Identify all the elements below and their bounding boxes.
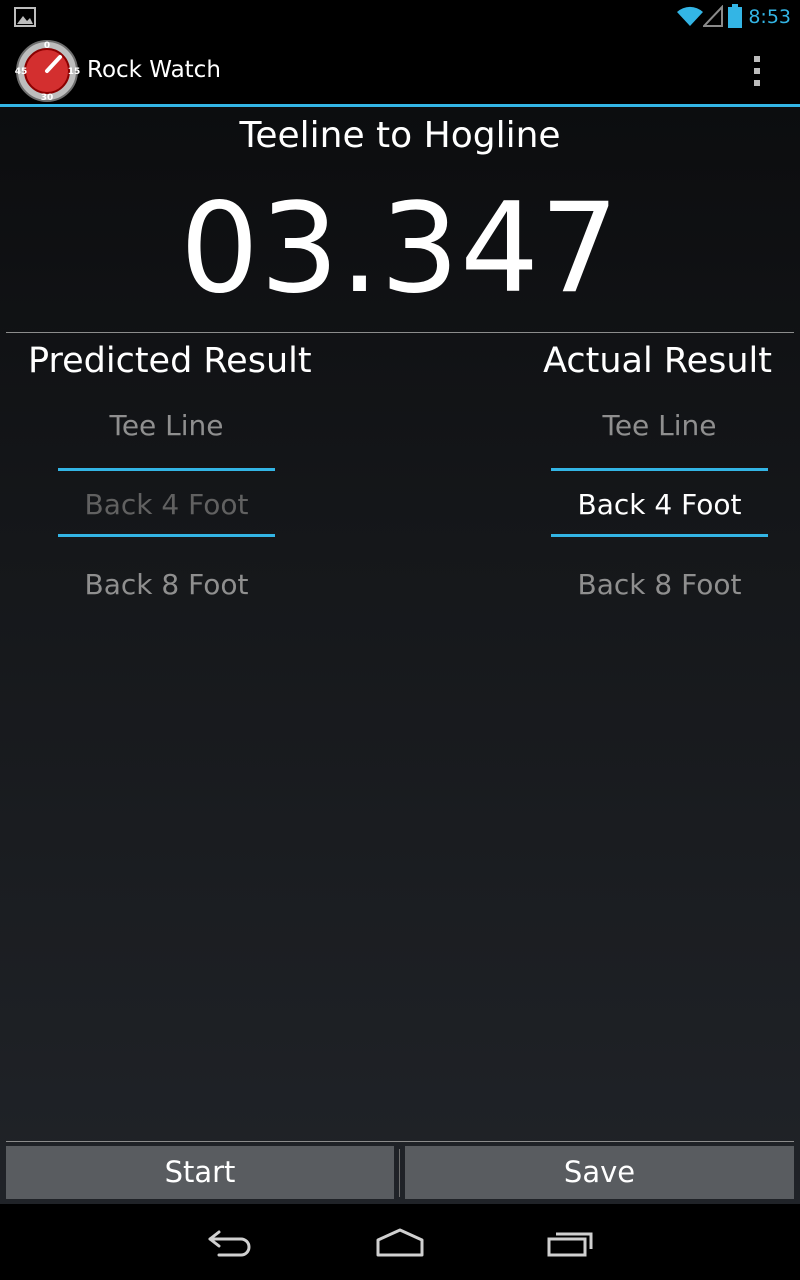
actual-result-header: Actual Result xyxy=(543,341,772,381)
predicted-result-picker[interactable]: Tee Line Back 4 Foot Back 8 Foot xyxy=(58,399,275,601)
recents-icon[interactable] xyxy=(546,1226,596,1258)
picker-selection-line xyxy=(551,468,768,471)
button-separator xyxy=(399,1149,400,1197)
overflow-menu-icon[interactable] xyxy=(745,50,769,90)
timer-display: 03.347 xyxy=(180,177,620,321)
picker-selection-line xyxy=(551,534,768,537)
back-icon[interactable] xyxy=(205,1226,255,1258)
stopwatch-logo-icon[interactable]: 0 15 30 45 xyxy=(14,38,80,102)
save-button[interactable]: Save xyxy=(405,1146,794,1199)
section-title: Teeline to Hogline xyxy=(239,115,561,156)
actual-result-picker[interactable]: Tee Line Back 4 Foot Back 8 Foot xyxy=(551,399,768,601)
status-clock: 8:53 xyxy=(748,6,791,28)
status-bar: 8:53 xyxy=(0,0,800,33)
divider xyxy=(6,332,794,333)
actual-option-back-4-foot[interactable]: Back 4 Foot xyxy=(551,487,768,523)
picker-selection-line xyxy=(58,534,275,537)
app-title: Rock Watch xyxy=(87,57,221,83)
home-icon[interactable] xyxy=(375,1226,425,1258)
action-bar: 0 15 30 45 Rock Watch xyxy=(0,33,800,107)
main-content: Teeline to Hogline 03.347 Predicted Resu… xyxy=(0,107,800,1204)
predicted-option-tee-line[interactable]: Tee Line xyxy=(58,408,275,444)
wifi-icon xyxy=(677,6,703,27)
image-notification-icon xyxy=(14,7,36,27)
battery-icon xyxy=(728,4,742,28)
start-button[interactable]: Start xyxy=(6,1146,394,1199)
navigation-bar xyxy=(0,1204,800,1280)
predicted-result-header: Predicted Result xyxy=(28,341,312,381)
predicted-option-back-4-foot[interactable]: Back 4 Foot xyxy=(58,487,275,523)
divider xyxy=(6,1141,794,1142)
signal-icon xyxy=(703,5,723,27)
logo-dial-label-30: 30 xyxy=(41,93,54,102)
actual-option-tee-line[interactable]: Tee Line xyxy=(551,408,768,444)
logo-dial-label-45: 45 xyxy=(15,67,28,77)
predicted-option-back-8-foot[interactable]: Back 8 Foot xyxy=(58,567,275,603)
logo-dial-label-0: 0 xyxy=(44,41,50,51)
logo-dial-label-15: 15 xyxy=(68,67,80,77)
actual-option-back-8-foot[interactable]: Back 8 Foot xyxy=(551,567,768,603)
picker-selection-line xyxy=(58,468,275,471)
